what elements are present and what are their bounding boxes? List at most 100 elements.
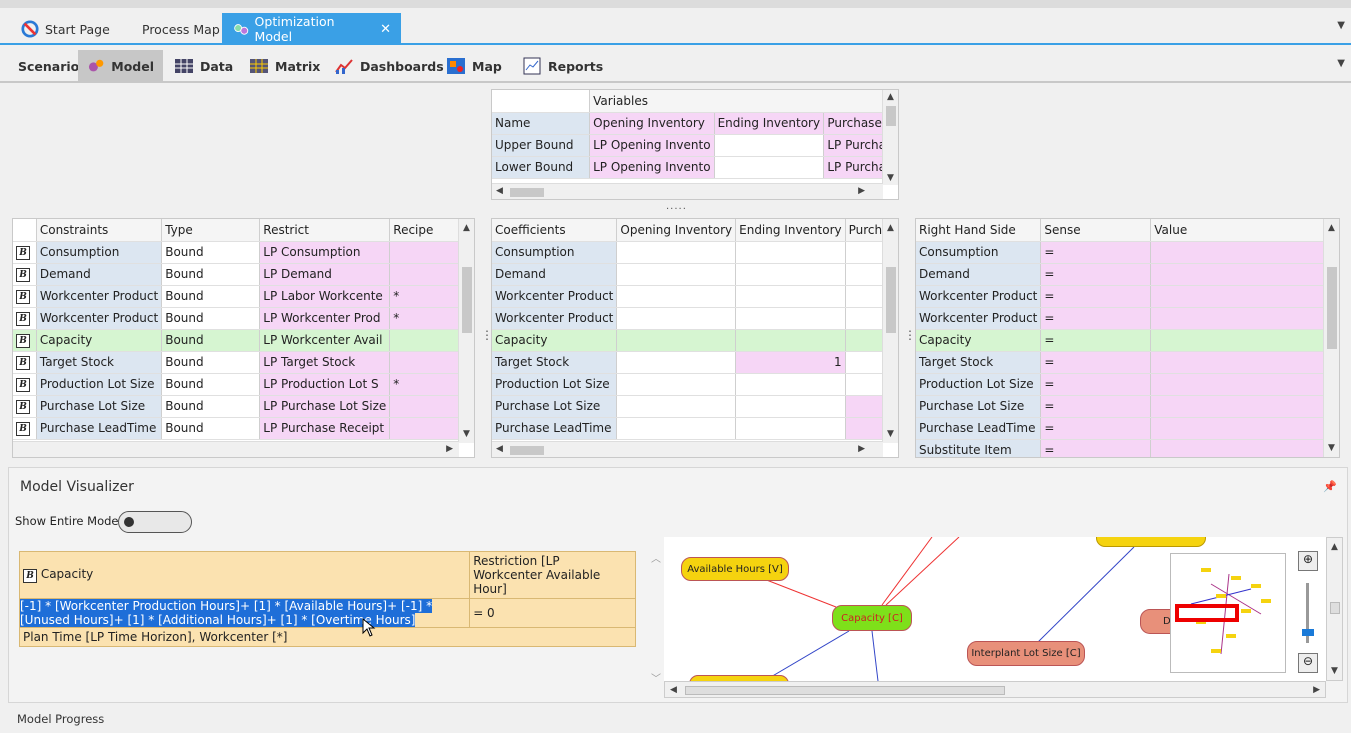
table-cell[interactable]: [735, 329, 846, 352]
table-row[interactable]: Production Lot Size: [492, 373, 898, 396]
table-row[interactable]: Lower Bound LP Opening Invento LP Purcha…: [492, 156, 898, 179]
table-cell[interactable]: [616, 373, 737, 396]
row-selector[interactable]: B: [13, 395, 37, 418]
table-cell[interactable]: Bound: [161, 329, 261, 352]
table-cell[interactable]: Bound: [161, 417, 261, 440]
scroll-down-icon[interactable]: ▼: [463, 429, 470, 439]
zoom-slider-thumb[interactable]: [1302, 629, 1314, 636]
table-cell[interactable]: Purchase LeadTime: [36, 417, 163, 440]
table-cell[interactable]: =: [1040, 241, 1152, 264]
table-row[interactable]: Demand=0: [916, 263, 1339, 286]
table-cell[interactable]: =: [1040, 395, 1152, 418]
table-cell[interactable]: LP Workcenter Avail: [259, 329, 391, 352]
table-cell[interactable]: =: [1040, 329, 1152, 352]
table-row[interactable]: B Production Lot Size Bound LP Production L…: [13, 373, 474, 396]
vertical-scrollbar[interactable]: ▲ ▼: [458, 219, 474, 443]
table-row[interactable]: Purchase Lot Size=0: [916, 395, 1339, 418]
node-interplant-lot-size[interactable]: Interplant Lot Size [C]: [967, 641, 1085, 666]
table-cell[interactable]: Bound: [161, 395, 261, 418]
table-row[interactable]: Workcenter Product: [492, 307, 898, 330]
column-header[interactable]: Opening Inventory: [589, 112, 715, 135]
scroll-thumb[interactable]: [685, 686, 1005, 695]
table-cell[interactable]: LP Production Lot S: [259, 373, 391, 396]
splitter-handle[interactable]: .....: [666, 201, 687, 212]
ribbon-tab-dashboards[interactable]: Dashboards: [325, 50, 453, 82]
pin-icon[interactable]: 📌: [1323, 480, 1337, 493]
graph-horizontal-scrollbar[interactable]: ◀ ▶: [664, 681, 1326, 698]
table-cell[interactable]: Target Stock: [36, 351, 163, 374]
table-cell[interactable]: [714, 156, 825, 179]
table-cell[interactable]: Bound: [161, 241, 261, 264]
row-selector[interactable]: B: [13, 351, 37, 374]
table-cell[interactable]: =: [1040, 351, 1152, 374]
table-cell[interactable]: 0: [1150, 439, 1339, 457]
scroll-down-icon[interactable]: ▼: [1331, 666, 1338, 676]
chevron-down-icon[interactable]: ▼: [1337, 20, 1345, 31]
table-cell[interactable]: [735, 417, 846, 440]
scroll-thumb[interactable]: [886, 267, 896, 333]
table-row[interactable]: B Purchase Lot Size Bound LP Purchase Lot S…: [13, 395, 474, 418]
table-cell[interactable]: 0: [1150, 307, 1339, 330]
table-cell[interactable]: [616, 307, 737, 330]
table-cell[interactable]: [616, 241, 737, 264]
table-cell[interactable]: 0: [1150, 373, 1339, 396]
table-cell[interactable]: 0: [1150, 417, 1339, 440]
table-cell[interactable]: Bound: [161, 373, 261, 396]
table-row[interactable]: B Capacity Bound LP Workcenter Avail: [13, 329, 474, 352]
show-entire-model-toggle[interactable]: [118, 511, 192, 533]
table-cell[interactable]: [616, 263, 737, 286]
table-cell[interactable]: Bound: [161, 307, 261, 330]
table-cell[interactable]: =: [1040, 307, 1152, 330]
table-cell[interactable]: [714, 134, 825, 157]
ribbon-tab-map[interactable]: Map: [437, 50, 511, 82]
column-header[interactable]: Sense: [1040, 219, 1152, 242]
table-cell[interactable]: [616, 329, 737, 352]
table-row[interactable]: Workcenter Product=0: [916, 285, 1339, 308]
zoom-out-icon[interactable]: ⊖: [1298, 653, 1318, 673]
ribbon-tab-matrix[interactable]: Matrix: [240, 50, 329, 82]
ribbon-tab-scenario[interactable]: Scenario: [9, 50, 88, 82]
table-row[interactable]: Upper Bound LP Opening Invento LP Purcha…: [492, 134, 898, 157]
node-available-hours[interactable]: Available Hours [V]: [681, 557, 789, 581]
column-header[interactable]: Constraints: [36, 219, 163, 242]
row-selector[interactable]: B: [13, 263, 37, 286]
table-cell[interactable]: Capacity: [36, 329, 163, 352]
right-hand-side-grid[interactable]: Right Hand Side Sense Value Consumption =…: [915, 218, 1340, 458]
table-cell[interactable]: 0: [1150, 329, 1339, 352]
scroll-up-icon[interactable]: ▲: [1331, 542, 1338, 552]
constraints-grid[interactable]: Constraints Type Restrict Recipe B Consum…: [12, 218, 475, 458]
table-row[interactable]: Target Stock 1: [492, 351, 898, 374]
scroll-thumb[interactable]: [462, 267, 472, 333]
table-row[interactable]: Target Stock=0: [916, 351, 1339, 374]
table-row[interactable]: Consumption: [492, 241, 898, 264]
scroll-up-icon[interactable]: ▲: [463, 223, 470, 233]
table-row[interactable]: Substitute Item=0: [916, 439, 1339, 457]
table-row[interactable]: Purchase LeadTime=0: [916, 417, 1339, 440]
table-cell[interactable]: Bound: [161, 263, 261, 286]
table-row[interactable]: Demand: [492, 263, 898, 286]
table-row[interactable]: Purchase LeadTime: [492, 417, 898, 440]
table-cell[interactable]: LP Opening Invento: [589, 156, 715, 179]
ribbon-tab-model[interactable]: Model: [78, 50, 163, 82]
vertical-scrollbar[interactable]: ▲ ▼: [882, 90, 898, 185]
coefficients-grid[interactable]: Coefficients Opening Inventory Ending In…: [491, 218, 899, 458]
scroll-down-icon[interactable]: ﹀: [651, 670, 661, 685]
table-cell[interactable]: Production Lot Size: [36, 373, 163, 396]
horizontal-scrollbar[interactable]: ▶: [13, 441, 459, 457]
table-cell[interactable]: LP Opening Invento: [589, 134, 715, 157]
table-cell[interactable]: =: [1040, 263, 1152, 286]
chevron-down-icon[interactable]: ▼: [1337, 58, 1345, 69]
table-cell[interactable]: 0: [1150, 395, 1339, 418]
row-selector[interactable]: B: [13, 307, 37, 330]
scroll-left-icon[interactable]: ◀: [496, 186, 503, 196]
table-cell[interactable]: LP Demand: [259, 263, 391, 286]
row-selector[interactable]: B: [13, 373, 37, 396]
scroll-right-icon[interactable]: ▶: [858, 444, 865, 454]
graph-minimap[interactable]: [1170, 553, 1286, 673]
scroll-down-icon[interactable]: ▼: [1328, 443, 1335, 453]
table-cell[interactable]: [616, 395, 737, 418]
horizontal-scrollbar[interactable]: ◀ ▶: [492, 441, 883, 457]
table-cell[interactable]: Workcenter Product: [36, 285, 163, 308]
table-cell[interactable]: LP Purchase Receipt: [259, 417, 391, 440]
table-row[interactable]: Capacity: [492, 329, 898, 352]
